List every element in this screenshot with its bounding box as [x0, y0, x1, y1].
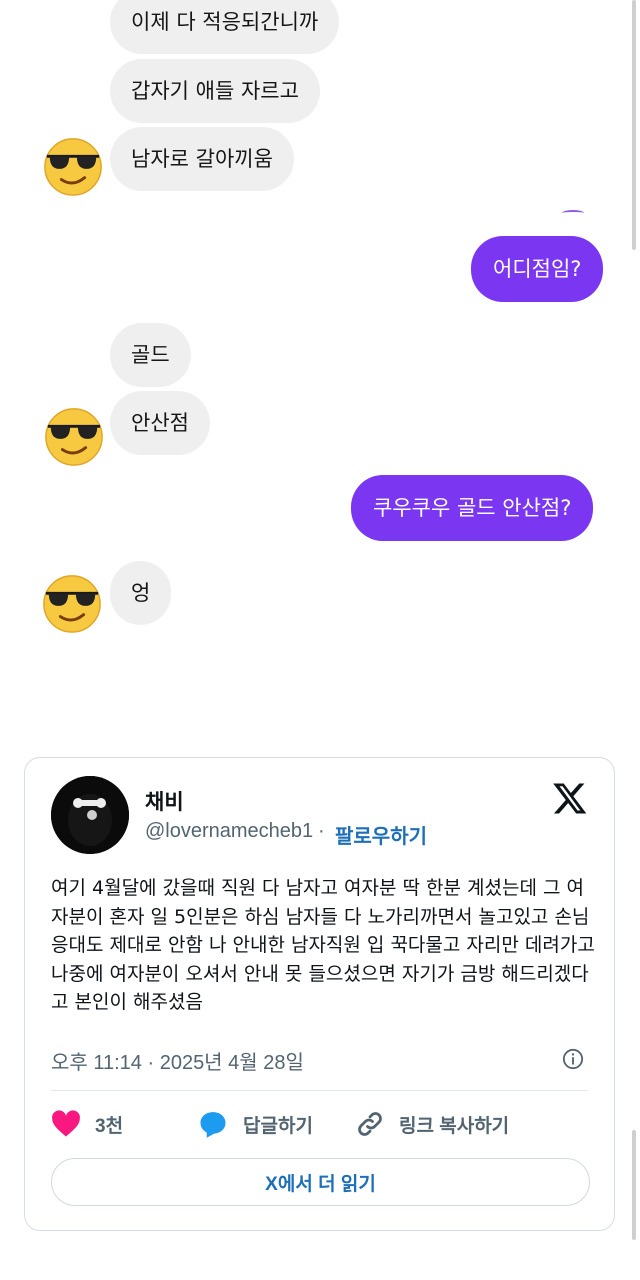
incoming-message[interactable]: 골드 [110, 323, 191, 387]
incoming-message[interactable]: 이제 다 적응되간니까 [110, 0, 340, 54]
copy-link-button[interactable]: 링크 복사하기 [355, 1106, 509, 1142]
like-count: 3천 [95, 1115, 124, 1137]
link-icon [358, 1112, 382, 1136]
like-button[interactable]: 3천 [51, 1106, 123, 1142]
sunglasses-emoji-icon[interactable] [42, 135, 104, 197]
divider [51, 1090, 588, 1091]
message-text: 이제 다 적응되간니까 [131, 9, 319, 34]
tweet-body: 여기 4월달에 갔을때 직원 다 남자고 여자분 딱 한분 계셨는데 그 여자분… [51, 877, 595, 1013]
outgoing-message[interactable]: 쿠우쿠우 골드 안산점? [351, 475, 594, 541]
read-more-on-x-button[interactable]: X에서 더 읽기 [51, 1158, 590, 1206]
sunglasses-emoji-icon[interactable] [43, 405, 105, 467]
reply-button[interactable]: 답글하기 [197, 1106, 313, 1142]
outgoing-message[interactable]: 어디점임? [471, 236, 604, 302]
incoming-message[interactable]: 남자로 갈아끼움 [110, 127, 294, 191]
separator-dot: · [318, 820, 325, 842]
follow-button[interactable]: 팔로우하기 [335, 820, 427, 849]
reply-label: 답글하기 [243, 1115, 313, 1137]
tweet-timestamp[interactable]: 오후 11:14 · 2025년 4월 28일 [51, 1046, 304, 1075]
author-avatar[interactable] [51, 776, 129, 854]
message-text: 엉 [131, 580, 151, 605]
message-text: 남자로 갈아끼움 [131, 146, 273, 171]
incoming-message[interactable]: 안산점 [110, 391, 210, 455]
x-logo-icon[interactable] [552, 780, 588, 816]
author-handle[interactable]: @lovernamecheb1 [145, 820, 313, 843]
message-text: 갑자기 애들 자르고 [131, 78, 299, 103]
info-icon[interactable] [562, 1048, 584, 1070]
embedded-tweet-card[interactable]: 채비 @lovernamecheb1 · 팔로우하기 여기 4월달에 갔을때 직… [24, 757, 615, 1231]
message-text: 골드 [131, 342, 170, 367]
incoming-message[interactable]: 갑자기 애들 자르고 [110, 59, 320, 123]
copy-link-label: 링크 복사하기 [399, 1115, 510, 1137]
avatar-image [51, 776, 129, 854]
scrollbar[interactable] [632, 1130, 636, 1240]
message-text: 어디점임? [493, 256, 582, 281]
chat-screen: 이제 다 적응되간니까 갑자기 애들 자르고 남자로 갈아끼움 어디점임? 골드… [0, 0, 640, 1280]
reply-bubble-icon [200, 1112, 226, 1138]
message-text: 쿠우쿠우 골드 안산점? [373, 495, 572, 520]
tweet-actions: 3천 답글하기 링크 복사하기 [51, 1106, 596, 1142]
message-text: 안산점 [131, 410, 189, 435]
reaction-indicator [562, 210, 584, 216]
incoming-message[interactable]: 엉 [110, 561, 172, 625]
scrollbar[interactable] [632, 0, 636, 250]
sunglasses-emoji-icon[interactable] [41, 572, 103, 634]
author-name[interactable]: 채비 [145, 786, 184, 816]
heart-icon [52, 1110, 80, 1137]
